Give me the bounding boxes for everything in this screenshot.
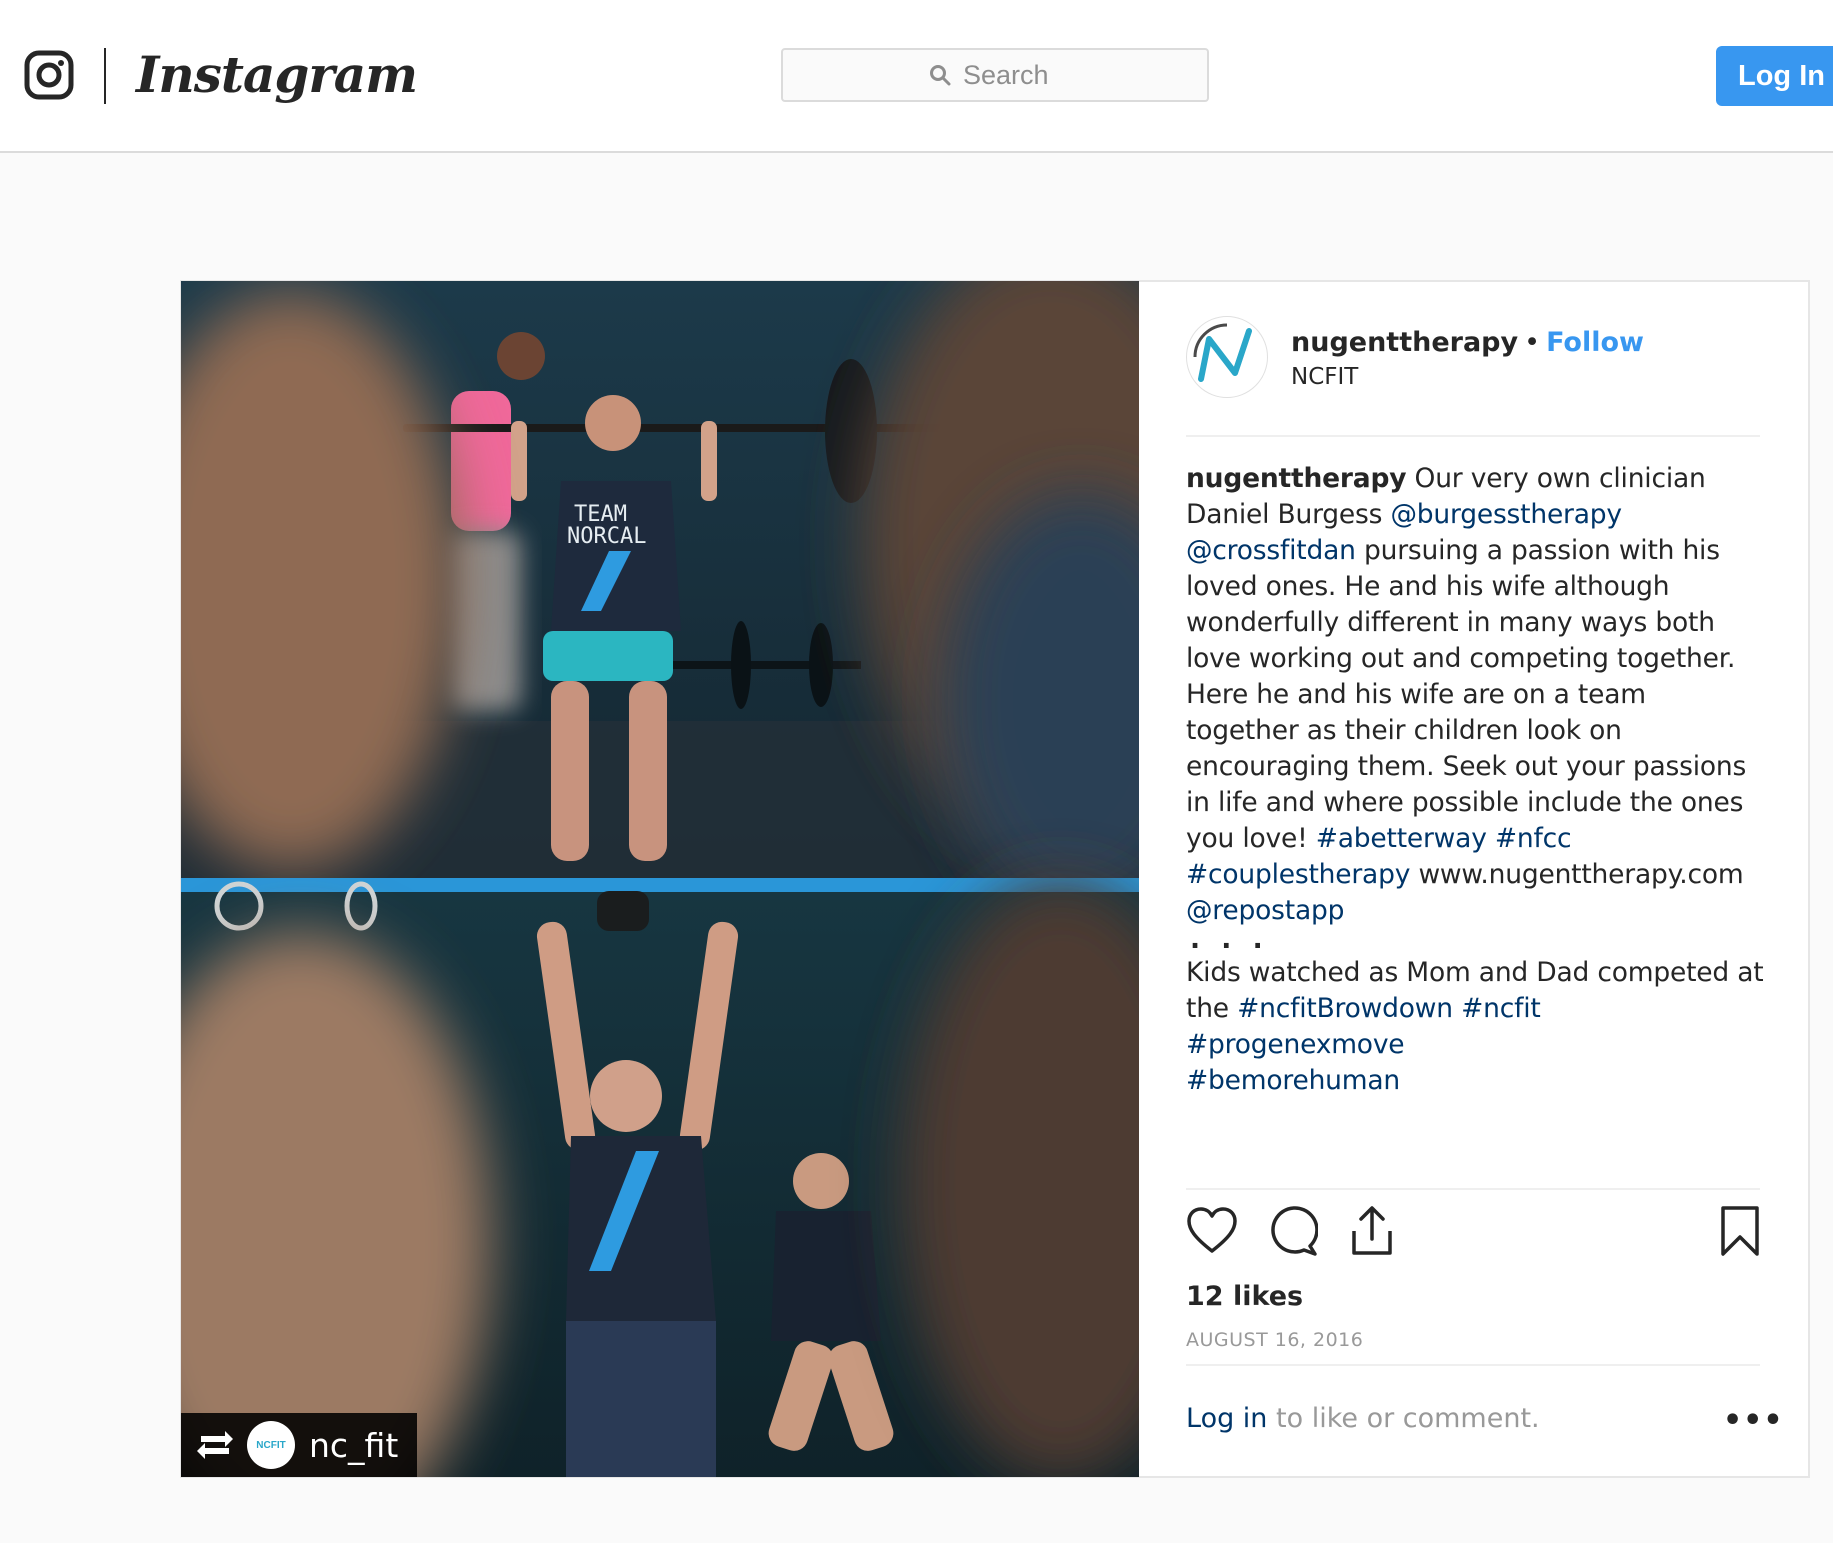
- divider: [1186, 435, 1760, 437]
- hashtag-link[interactable]: #ncfitBrowdown: [1237, 993, 1453, 1024]
- login-button[interactable]: Log In: [1716, 46, 1833, 106]
- bookmark-icon[interactable]: [1714, 1205, 1766, 1257]
- repost-avatar: NCFIT: [247, 1421, 295, 1469]
- post-photo-illustration: TEAM NORCAL: [181, 281, 1139, 1477]
- follow-button[interactable]: Follow: [1546, 327, 1644, 358]
- hashtag-link[interactable]: #nfcc: [1495, 823, 1572, 854]
- post-header: nugenttherapy • Follow: [1291, 327, 1644, 358]
- mention-link[interactable]: @crossfitdan: [1186, 535, 1356, 566]
- mention-link[interactable]: @burgesstherapy: [1390, 499, 1622, 530]
- instagram-wordmark-logo[interactable]: Instagram: [136, 40, 418, 110]
- divider: [1186, 1188, 1760, 1190]
- instagram-camera-icon[interactable]: [24, 50, 74, 100]
- hashtag-link[interactable]: #progenexmove: [1186, 1029, 1405, 1060]
- header-separator: •: [1524, 327, 1541, 358]
- share-icon[interactable]: [1346, 1205, 1398, 1257]
- caption-text: www.nugenttherapy.com: [1410, 859, 1744, 890]
- caption-text: [1453, 993, 1461, 1024]
- caption-author-link[interactable]: nugenttherapy: [1186, 463, 1407, 494]
- hashtag-link[interactable]: #couplestherapy: [1186, 859, 1410, 890]
- logo-divider: [104, 48, 106, 104]
- more-options-button[interactable]: •••: [1723, 1403, 1784, 1438]
- hashtag-link[interactable]: #ncfit: [1461, 993, 1541, 1024]
- post-caption: nugenttherapy Our very own clinician Dan…: [1186, 461, 1766, 1099]
- caption-text: pursuing a passion with his loved ones. …: [1186, 535, 1747, 854]
- hashtag-link[interactable]: #bemorehuman: [1186, 1065, 1400, 1096]
- heart-icon[interactable]: [1186, 1205, 1238, 1257]
- search-input[interactable]: Search: [781, 48, 1209, 102]
- post-actions-bar: [1186, 1205, 1766, 1265]
- repost-icon: [197, 1431, 233, 1459]
- post-photo[interactable]: TEAM NORCAL: [181, 281, 1139, 1477]
- hashtag-link[interactable]: #abetterway: [1316, 823, 1487, 854]
- top-navigation-bar: Instagram Search Log In: [0, 0, 1833, 153]
- post-details-panel: nugenttherapy • Follow NCFIT nugenttherapy…: [1139, 281, 1808, 1475]
- profile-avatar[interactable]: [1186, 316, 1268, 398]
- login-prompt-text: to like or comment.: [1267, 1403, 1540, 1434]
- repost-handle: nc_fit: [309, 1425, 399, 1465]
- mention-link[interactable]: @repostapp: [1186, 895, 1344, 926]
- repost-attribution[interactable]: NCFIT nc_fit: [181, 1413, 417, 1477]
- likes-count[interactable]: 12 likes: [1186, 1281, 1303, 1312]
- comment-icon[interactable]: [1266, 1205, 1318, 1257]
- caption-dots: . . .: [1190, 924, 1269, 955]
- post-username-link[interactable]: nugenttherapy: [1291, 327, 1518, 358]
- caption-text: [1487, 823, 1495, 854]
- search-placeholder: Search: [963, 59, 1049, 90]
- shirt-text-bottom: NORCAL: [567, 524, 646, 549]
- repost-avatar-logo: NCFIT: [256, 1439, 286, 1451]
- divider: [1186, 1364, 1760, 1366]
- post-location-link[interactable]: NCFIT: [1291, 364, 1358, 390]
- post-date: AUGUST 16, 2016: [1186, 1329, 1364, 1351]
- login-link[interactable]: Log in: [1186, 1403, 1267, 1434]
- login-prompt: Log in to like or comment.: [1186, 1403, 1540, 1434]
- search-icon: [930, 65, 951, 86]
